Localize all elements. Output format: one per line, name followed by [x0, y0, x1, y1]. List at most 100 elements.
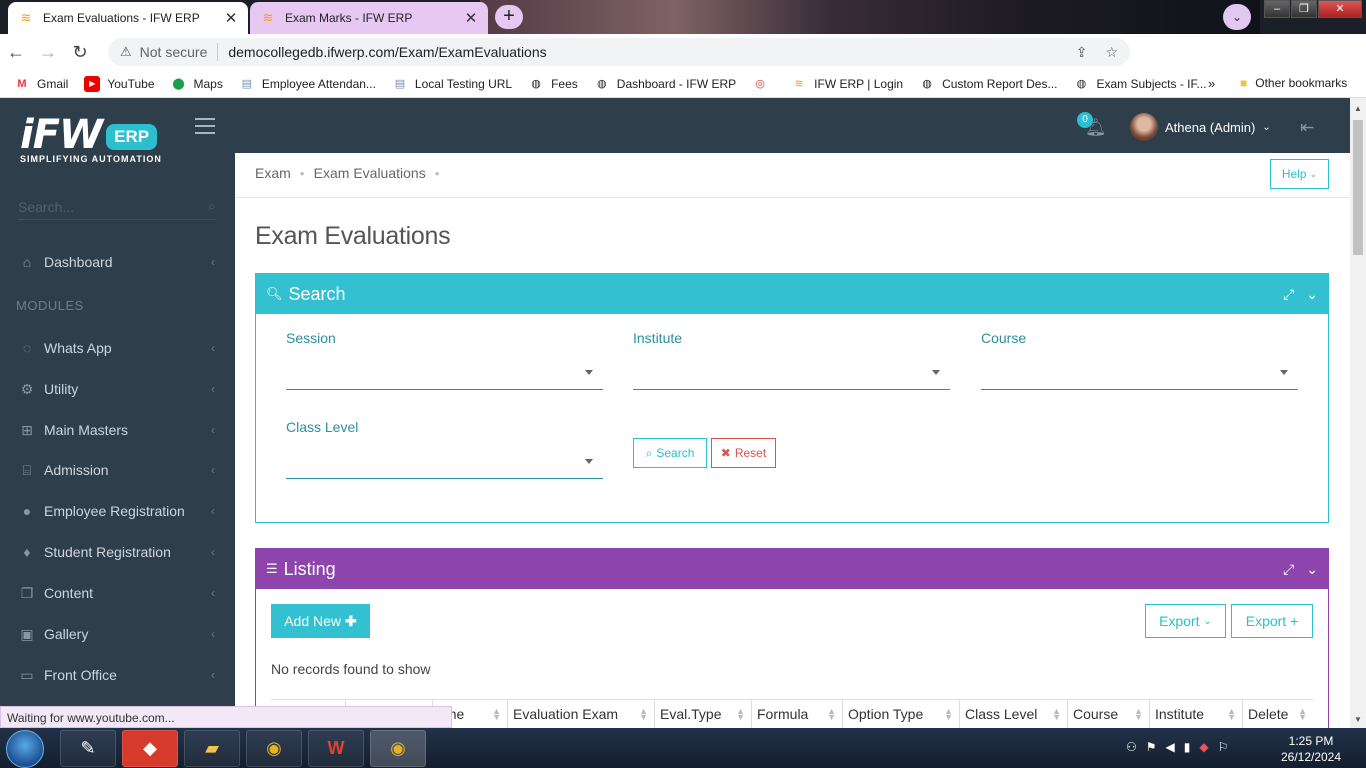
bookmark-gmail[interactable]: M Gmail	[14, 76, 68, 92]
taskbar-clock[interactable]: 1:25 PM 26/12/2024	[1276, 733, 1346, 765]
add-new-button[interactable]: Add New ✚	[271, 604, 370, 638]
bookmark-target[interactable]: ◎	[752, 76, 775, 92]
tab-exam-marks[interactable]: ≋ Exam Marks - IFW ERP ✕	[250, 2, 488, 34]
column-header-eval-type[interactable]: Eval.Type ▲ ▼	[655, 700, 752, 728]
logout-icon[interactable]: ⇤	[1300, 118, 1314, 138]
network-devices-icon[interactable]: ⚇	[1126, 740, 1137, 754]
close-tab-icon[interactable]: ✕	[224, 9, 238, 27]
maximize-window-button[interactable]: ❐	[1291, 0, 1317, 18]
scroll-up-icon[interactable]: ▲	[1354, 104, 1362, 113]
sidebar-item-gallery[interactable]: ▣ Gallery ‹	[0, 616, 235, 652]
sidebar-item-content[interactable]: ❐ Content ‹	[0, 575, 235, 611]
institute-field: Institute	[633, 330, 950, 390]
sidebar-search-input[interactable]	[18, 198, 208, 215]
warning-triangle-icon[interactable]: ⚠	[120, 44, 132, 60]
breadcrumb-exam-evaluations[interactable]: Exam Evaluations	[314, 165, 426, 181]
page-scrollbar[interactable]: ▲ ▼	[1350, 98, 1366, 728]
sidebar-item-front-office[interactable]: ▭ Front Office ‹	[0, 657, 235, 693]
hamburger-menu-icon[interactable]	[195, 118, 215, 139]
url-omnibox[interactable]: ⚠ Not secure democollegedb.ifwerp.com/Ex…	[108, 38, 1130, 66]
column-header-course[interactable]: Course ▲ ▼	[1068, 700, 1150, 728]
close-window-button[interactable]: ✕	[1318, 0, 1362, 18]
volume-icon[interactable]: ◀	[1166, 740, 1175, 754]
close-tab-icon[interactable]: ✕	[464, 9, 478, 27]
class-level-select[interactable]	[286, 445, 603, 479]
collapse-chevron-icon[interactable]: ⌄	[1306, 561, 1318, 578]
bookmark-ifw-login[interactable]: ≋ IFW ERP | Login	[791, 76, 904, 92]
taskbar-chrome-icon[interactable]: ◉	[246, 730, 302, 767]
expand-icon[interactable]: ⤢	[1283, 286, 1294, 303]
breadcrumb-exam[interactable]: Exam	[255, 165, 291, 181]
taskbar-chrome-active-icon[interactable]: ◉	[370, 730, 426, 767]
sidebar-item-employee-registration[interactable]: ● Employee Registration ‹	[0, 493, 235, 529]
action-center-flag-icon[interactable]: ⚐	[1218, 740, 1229, 754]
sidebar-item-label: Content	[44, 585, 94, 601]
taskbar-anydesk-icon[interactable]: ◆	[122, 730, 178, 767]
bookmark-exam-subjects[interactable]: ◍ Exam Subjects - IF...	[1073, 76, 1207, 92]
taskbar-notes-app-icon[interactable]: ✎	[60, 730, 116, 767]
sidebar-item-student-registration[interactable]: ♦ Student Registration ‹	[0, 534, 235, 570]
session-select[interactable]	[286, 356, 603, 390]
security-label[interactable]: Not secure	[140, 44, 208, 60]
sidebar-item-admission[interactable]: ⌸ Admission ‹	[0, 452, 235, 488]
export-label: Export	[1159, 613, 1200, 629]
bookmark-star-icon[interactable]: ☆	[1105, 44, 1118, 61]
search-icon[interactable]: ⌕	[208, 198, 216, 215]
notification-bell-icon[interactable]: 🔔︎ 0	[1077, 112, 1107, 138]
share-icon[interactable]: ⇪	[1076, 44, 1088, 61]
column-label: Course	[1073, 706, 1119, 722]
column-header-institute[interactable]: Institute ▲ ▼	[1150, 700, 1243, 728]
tab-exam-evaluations[interactable]: ≋ Exam Evaluations - IFW ERP ✕	[8, 2, 248, 34]
sidebar-item-main-masters[interactable]: ⊞ Main Masters ‹	[0, 412, 235, 448]
minimize-window-button[interactable]: –	[1264, 0, 1290, 18]
reload-icon[interactable]: ↻	[64, 42, 96, 63]
bookmark-custom-report[interactable]: ◍ Custom Report Des...	[919, 76, 1057, 92]
back-arrow-icon[interactable]: ←	[0, 42, 32, 63]
taskbar-wps-icon[interactable]: W	[308, 730, 364, 767]
sort-icon: ▲▼	[492, 706, 501, 722]
column-header-formula[interactable]: Formula ▲ ▼	[752, 700, 843, 728]
new-tab-button[interactable]: +	[495, 5, 523, 29]
bookmark-maps[interactable]: ⬤ Maps	[171, 76, 223, 92]
other-bookmarks[interactable]: ■ Other bookmarks	[1240, 76, 1347, 90]
institute-select[interactable]	[633, 356, 950, 390]
help-button[interactable]: Help ⌄	[1270, 159, 1329, 189]
page-icon: ▤	[394, 77, 406, 90]
reset-button[interactable]: ✖ Reset	[711, 438, 776, 468]
bookmark-employee-attendance[interactable]: ▤ Employee Attendan...	[239, 76, 376, 92]
search-panel: 🔍︎ Search ⤢ ⌄ Session Institute Course C…	[255, 273, 1329, 523]
globe-icon: ◍	[531, 77, 541, 90]
windows-start-button[interactable]	[6, 730, 44, 768]
scroll-down-icon[interactable]: ▼	[1354, 715, 1362, 724]
expand-icon[interactable]: ⤢	[1283, 561, 1294, 578]
tab-search-chevron-icon[interactable]: ⌄	[1223, 4, 1251, 30]
user-menu[interactable]: Athena (Admin) ⌄	[1130, 113, 1271, 141]
column-header-delete[interactable]: Delete ▲ ▼	[1243, 700, 1313, 728]
sidebar-item-utility[interactable]: ⚙ Utility ‹	[0, 371, 235, 407]
bookmark-fees[interactable]: ◍ Fees	[528, 76, 578, 92]
url-text[interactable]: democollegedb.ifwerp.com/Exam/ExamEvalua…	[228, 44, 546, 60]
empty-message: No records found to show	[271, 661, 431, 677]
bookmark-dashboard[interactable]: ◍ Dashboard - IFW ERP	[594, 76, 736, 92]
column-header-option-type[interactable]: Option Type ▲ ▼	[843, 700, 960, 728]
course-select[interactable]	[981, 356, 1298, 390]
export-plus-button[interactable]: Export +	[1231, 604, 1313, 638]
scrollbar-thumb[interactable]	[1353, 120, 1363, 255]
security-flag-icon[interactable]: ⚑	[1146, 740, 1157, 754]
forward-arrow-icon[interactable]: →	[32, 42, 64, 63]
ifw-erp-logo[interactable]: iFW ERP SIMPLIFYING AUTOMATION	[20, 112, 162, 164]
collapse-chevron-icon[interactable]: ⌄	[1306, 286, 1318, 303]
search-button[interactable]: ⌕ Search	[633, 438, 707, 468]
sidebar-item-dashboard[interactable]: ⌂ Dashboard ‹	[0, 244, 235, 280]
bookmarks-overflow-icon[interactable]: »	[1208, 76, 1215, 91]
omnibox-actions: ⇪ ☆	[1076, 44, 1118, 61]
column-header-class-level[interactable]: Class Level ▲ ▼	[960, 700, 1068, 728]
bookmark-youtube[interactable]: ▶ YouTube	[84, 75, 155, 92]
anydesk-tray-icon[interactable]: ◆	[1199, 740, 1208, 754]
bookmark-local-testing[interactable]: ▤ Local Testing URL	[392, 76, 512, 92]
export-dropdown-button[interactable]: Export ⌄	[1145, 604, 1226, 638]
signal-bars-icon[interactable]: ▮	[1184, 740, 1191, 754]
taskbar-file-explorer-icon[interactable]: ▰	[184, 730, 240, 767]
column-header-evaluation-exam[interactable]: Evaluation Exam ▲ ▼	[508, 700, 655, 728]
sidebar-item-whats-app[interactable]: ◌ Whats App ‹	[0, 330, 235, 366]
